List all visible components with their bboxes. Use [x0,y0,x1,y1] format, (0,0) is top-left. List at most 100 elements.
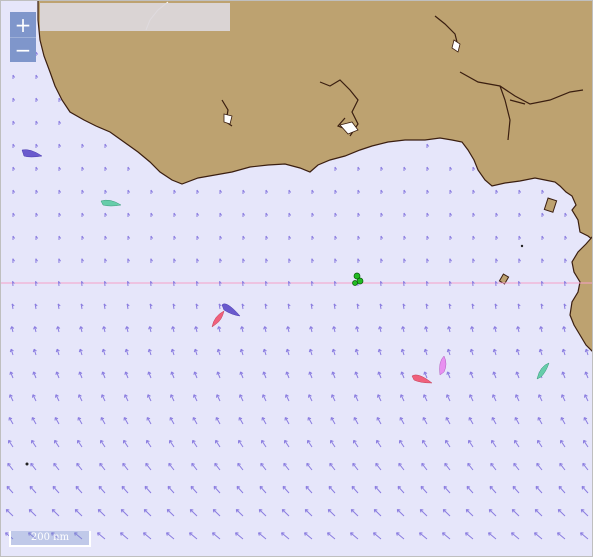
sailing-map[interactable]: + − 200 nm [0,0,593,557]
wind-arrow-head [355,326,358,330]
wind-arrow [143,532,152,540]
wind-arrow [235,509,244,517]
wind-arrow [258,532,267,540]
wind-arrow-head [539,326,542,330]
zoom-in-button[interactable]: + [10,12,36,37]
wind-arrow-head [124,349,127,353]
boat[interactable] [211,310,225,328]
wind-arrow [397,486,405,494]
wind-arrow [5,509,14,517]
wind-arrow [75,486,83,494]
wind-arrow-head [193,349,196,353]
wind-arrow [281,509,290,517]
wind-arrow-head [470,326,473,330]
wind-arrow-head [308,371,310,375]
wind-arrow [580,509,589,517]
wind-arrow [327,532,336,540]
boat[interactable] [100,199,122,207]
wind-arrow-head [423,349,426,353]
boats [21,149,550,384]
wind-arrow [396,509,405,517]
wind-arrow-head [492,371,494,375]
boat[interactable] [221,303,241,317]
wind-arrow-head [492,349,495,353]
wind-arrow-head [534,509,537,513]
wind-arrow [143,509,152,517]
wind-arrow-head [285,371,287,375]
wind-arrow [51,509,60,517]
marker-dot [520,244,524,248]
boat[interactable] [21,149,43,158]
land-mass-east [569,235,593,353]
wind-arrow-head [327,509,330,513]
wind-arrow [166,509,175,517]
wind-arrow [166,532,175,540]
boat[interactable] [411,374,433,384]
wind-arrow-head [561,371,563,375]
wind-arrow-head [120,509,123,513]
wind-arrow [557,532,566,540]
boat[interactable] [536,362,550,380]
wind-arrow-head [143,509,146,513]
wind-arrow [373,509,382,517]
wind-arrow-head [584,349,587,353]
wind-arrow-head [469,349,472,353]
wind-arrow [144,486,152,494]
wind-arrow-head [331,371,333,375]
wind-arrow-head [354,371,356,375]
wind-arrow-head [32,371,34,375]
wind-arrow-head [396,509,399,513]
wind-arrow-head [401,326,404,330]
wind-arrow-head [78,349,81,353]
wind-arrow-head [239,371,241,375]
wind-arrow-head [511,509,514,513]
wind-arrow-head [189,509,192,513]
wind-arrow-head [170,371,172,375]
wind-arrow-head [262,349,265,353]
wind-arrow-head [5,509,8,513]
wind-arrow [488,509,497,517]
wind-arrow [212,532,221,540]
wind-arrow-head [515,371,517,375]
wind-arrow-head [304,509,307,513]
wind-arrow-head [281,509,284,513]
wind-arrow-head [465,509,468,513]
wind-arrow-head [101,371,103,375]
wind-arrow [167,486,175,494]
wind-arrow-head [74,509,77,513]
wind-arrow [535,486,543,494]
boat[interactable] [439,355,447,376]
wind-arrow-head [309,326,312,330]
wind-arrow-head [354,349,357,353]
wind-arrow-head [124,371,126,375]
wind-arrow-head [377,349,380,353]
scale-bar: 200 nm [9,531,91,547]
wind-arrow-head [9,349,12,353]
wind-arrow-head [557,509,560,513]
wind-arrow [328,486,336,494]
zoom-control: + − [10,12,36,62]
wind-arrow [580,532,589,540]
wind-arrow [396,532,405,540]
land-mass [0,0,593,241]
wind-arrow [281,532,290,540]
wind-arrow-head [55,349,58,353]
wind-arrow-head [331,349,334,353]
wind-arrow [442,532,451,540]
wind-arrow-head [212,509,215,513]
wind-arrow-head [424,326,427,330]
boat-cluster[interactable] [352,272,364,286]
wind-arrow-head [102,326,105,330]
wind-arrow-head [516,326,519,330]
wind-arrow [488,532,497,540]
wind-arrow [419,532,428,540]
wind-arrow-head [447,326,450,330]
wind-arrow-head [79,326,82,330]
wind-arrow [235,532,244,540]
zoom-out-button[interactable]: − [10,37,36,62]
wind-arrow [213,486,221,494]
wind-arrow-head [423,371,425,375]
wind-arrow-head [148,326,151,330]
wind-arrow-head [493,326,496,330]
wind-arrow [97,509,106,517]
